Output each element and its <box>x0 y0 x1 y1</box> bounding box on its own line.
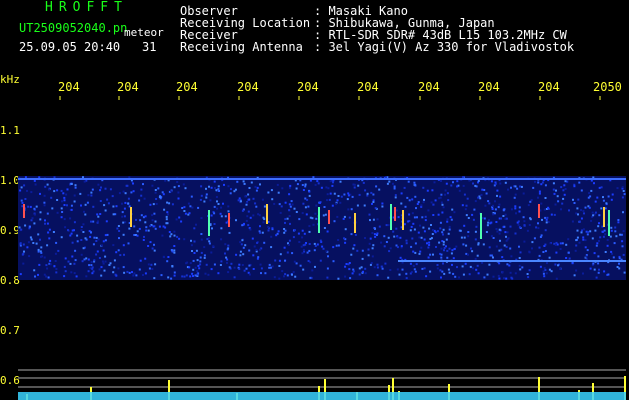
x-tick-8: 204 <box>478 80 500 94</box>
detect-label: meteor <box>124 26 164 39</box>
y-unit-label: kHz <box>0 73 20 86</box>
observation-datetime: 25.09.05 20:40 <box>19 40 121 54</box>
lower-guide-lines <box>18 369 626 388</box>
y-tick-0-7: 0.7 <box>0 324 20 337</box>
spectrogram-plot <box>18 96 626 400</box>
x-tick-6: 204 <box>357 80 379 94</box>
y-tick-0-8: 0.8 <box>0 274 20 287</box>
x-tick-5: 204 <box>297 80 319 94</box>
x-tick-2: 204 <box>117 80 139 94</box>
x-tick-9: 204 <box>538 80 560 94</box>
x-tick-3: 204 <box>176 80 198 94</box>
file-name: UT2509052040.pn <box>19 21 128 35</box>
app-title: HROFFT <box>45 0 128 15</box>
antenna-label: Receiving Antenna <box>180 40 303 54</box>
y-tick-1-0: 1.0 <box>0 174 20 187</box>
y-tick-0-6: 0.6 <box>0 374 20 387</box>
antenna-value: : 3el Yagi(V) Az 330 for Vladivostok <box>314 40 575 54</box>
noise-floor <box>18 392 626 400</box>
tick-markers <box>59 96 601 100</box>
y-tick-1-1: 1.1 <box>0 124 20 137</box>
meteor-count: 31 <box>142 40 157 54</box>
x-tick-7: 204 <box>418 80 440 94</box>
x-tick-10: 2050 <box>593 80 622 94</box>
x-tick-1: 204 <box>58 80 80 94</box>
x-tick-4: 204 <box>237 80 259 94</box>
noise-band <box>18 176 626 280</box>
y-tick-0-9: 0.9 <box>0 224 20 237</box>
